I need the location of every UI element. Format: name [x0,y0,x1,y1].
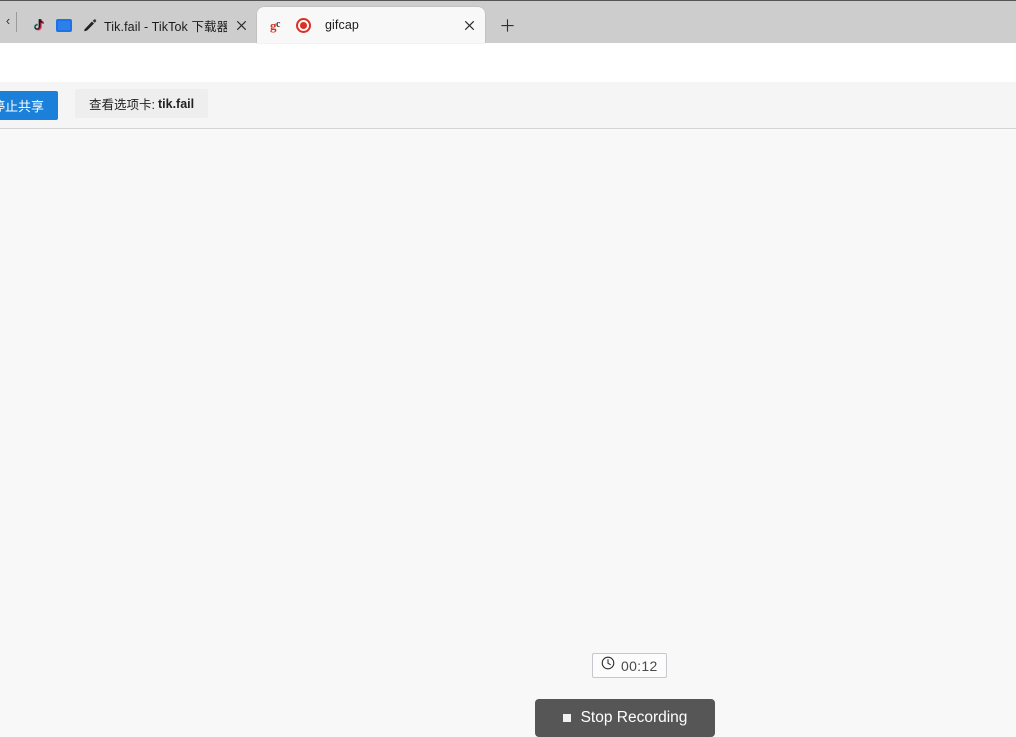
recording-dot-icon [295,17,311,33]
timer-value: 00:12 [621,657,658,674]
tab-gifcap[interactable]: gc gifcap [257,7,485,43]
stop-recording-button[interactable]: Stop Recording [535,699,715,737]
tiktok-favicon [31,17,47,33]
screen-share-icon [56,17,72,33]
close-icon[interactable] [231,15,251,35]
gc-favicon: gc [270,17,280,33]
tab-scroll-left-button[interactable]: ‹ [0,0,16,43]
browser-window: ‹ Tik.fail - TikTok 下载器 g c gifcap 止共享 0… [0,0,1016,737]
pen-favicon [81,17,97,33]
tab-title: Tik.fail - TikTok 下载器、 [104,19,227,34]
stop-sharing-label: 停止共享 [0,99,45,114]
view-tab-prefix: 查看选项卡: [89,98,155,112]
page-content: 00:12 Stop Recording [0,129,1016,737]
stop-square-icon [562,714,571,722]
new-tab-button[interactable] [493,11,521,39]
plus-icon [500,18,514,32]
clock-icon [601,656,615,675]
stop-recording-label: Stop Recording [580,709,688,726]
recording-timer: 00:12 [592,653,667,678]
tab-tik-fail[interactable]: Tik.fail - TikTok 下载器、 [21,7,257,43]
browser-toolbar [0,43,1016,82]
tab-strip: ‹ Tik.fail - TikTok 下载器 g c gifcap [0,0,1016,43]
tab-title: gifcap [325,18,359,32]
view-shared-tab-button[interactable]: 查看选项卡: tik.fail [75,89,209,118]
tab-strip-divider [16,12,17,32]
chevron-left-icon: ‹ [5,13,11,28]
stop-sharing-button[interactable]: 停止共享 [0,91,59,120]
close-icon[interactable] [459,15,479,35]
view-tab-target: tik.fail [157,96,195,111]
